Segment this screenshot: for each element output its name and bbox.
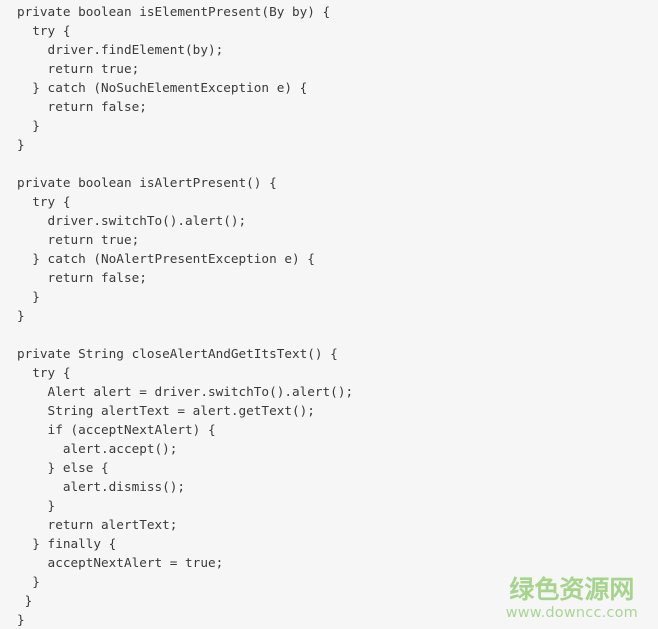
code-line: } finally { <box>17 536 117 551</box>
code-line: } <box>17 498 56 513</box>
code-block: private boolean isElementPresent(By by) … <box>17 2 647 629</box>
code-line: return true; <box>17 232 140 247</box>
code-line: try { <box>17 23 71 38</box>
code-line: alert.accept(); <box>17 441 178 456</box>
code-line: try { <box>17 194 71 209</box>
code-line: Alert alert = driver.switchTo().alert(); <box>17 384 354 399</box>
code-line: private String closeAlertAndGetItsText()… <box>17 346 338 361</box>
code-line: } <box>17 308 25 323</box>
code-line: try { <box>17 365 71 380</box>
code-line: } <box>17 574 40 589</box>
code-line: private boolean isElementPresent(By by) … <box>17 4 331 19</box>
code-line: } catch (NoAlertPresentException e) { <box>17 251 315 266</box>
code-line: return true; <box>17 61 140 76</box>
code-line: alert.dismiss(); <box>17 479 186 494</box>
code-line: return alertText; <box>17 517 178 532</box>
code-line: } <box>17 289 40 304</box>
code-line: } <box>17 118 40 133</box>
code-line: private boolean isAlertPresent() { <box>17 175 277 190</box>
code-line: } <box>17 137 25 152</box>
code-line: driver.findElement(by); <box>17 42 224 57</box>
code-snippet-page: { "document": { "language": "java", "bac… <box>0 0 658 628</box>
code-line: String alertText = alert.getText(); <box>17 403 315 418</box>
code-line: } catch (NoSuchElementException e) { <box>17 80 308 95</box>
code-line: return false; <box>17 99 147 114</box>
code-line: } <box>17 593 33 608</box>
code-line: } <box>17 612 25 627</box>
code-line: return false; <box>17 270 147 285</box>
code-line: } else { <box>17 460 109 475</box>
code-line: driver.switchTo().alert(); <box>17 213 247 228</box>
code-line: acceptNextAlert = true; <box>17 555 224 570</box>
code-line: if (acceptNextAlert) { <box>17 422 216 437</box>
